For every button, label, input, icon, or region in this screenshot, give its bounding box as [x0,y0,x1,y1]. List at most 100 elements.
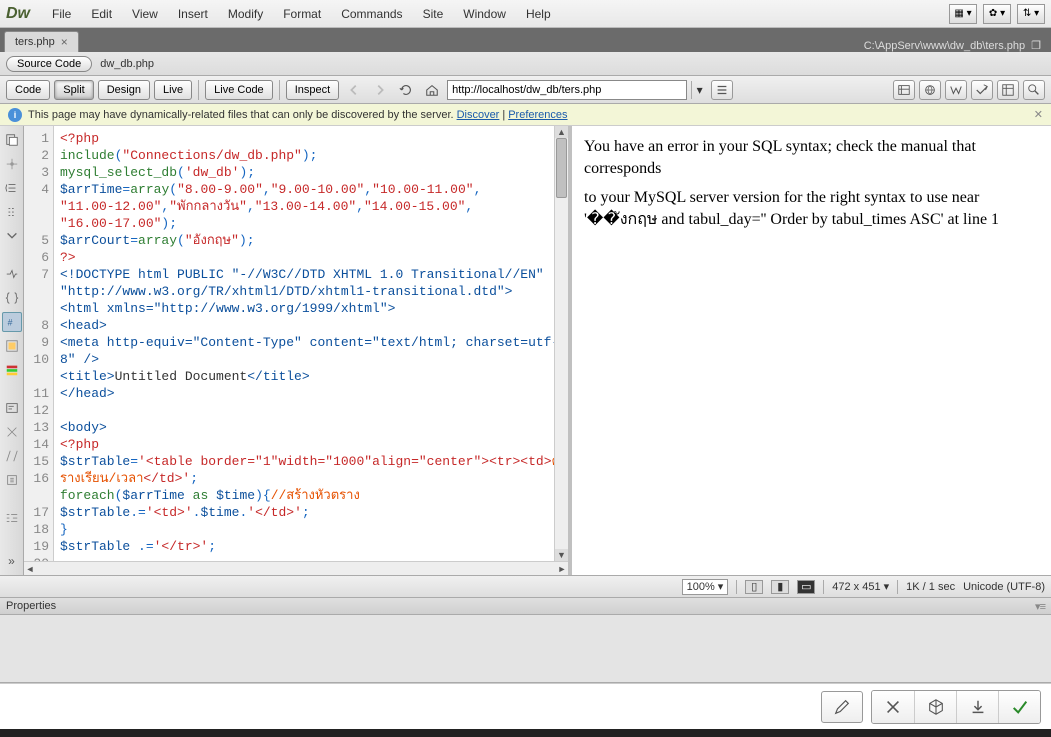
svg-text:#: # [7,318,12,328]
dynamic-files-infobar: i This page may have dynamically-related… [0,104,1051,126]
close-tab-icon[interactable]: × [61,35,68,49]
collapse-full-tag-icon[interactable] [2,178,22,198]
code-vertical-scrollbar[interactable]: ▲ ▼ [554,126,568,561]
preferences-link[interactable]: Preferences [508,109,567,121]
w3c-validate-icon[interactable] [945,80,967,100]
tab-filename: ters.php [15,36,55,48]
related-files-bar: Source Code dw_db.php [0,52,1051,76]
address-url: http://localhost/dw_db/ters.php [452,84,682,96]
document-tab[interactable]: ters.php × [4,31,79,52]
live-code-button[interactable]: Live Code [205,80,273,100]
split-view-button[interactable]: Split [54,80,93,100]
extend-dropdown[interactable]: ✿ ▾ [983,4,1011,24]
menu-file[interactable]: File [42,3,81,25]
nav-forward-icon[interactable] [369,80,391,100]
file-path-label: C:\AppServ\www\dw_db\ters.php [864,40,1025,52]
close-infobar-icon[interactable]: ✕ [1034,108,1043,121]
layout-dropdown[interactable]: ▦ ▾ [949,4,977,24]
menu-edit[interactable]: Edit [81,3,122,25]
confirm-button[interactable] [998,691,1040,723]
menu-site[interactable]: Site [413,3,454,25]
remove-comment-icon[interactable] [2,446,22,466]
list-options-icon[interactable] [711,80,733,100]
word-wrap-icon[interactable] [2,398,22,418]
tablet-size-icon[interactable]: ▮ [771,580,789,594]
source-code-button[interactable]: Source Code [6,56,92,72]
line-numbers-icon[interactable]: # [2,312,22,332]
encoding-label: Unicode (UTF-8) [963,581,1045,593]
properties-title: Properties [6,600,56,612]
panel-options-icon[interactable]: ▾≡ [1035,600,1045,613]
scroll-down-icon[interactable]: ▼ [555,549,568,561]
nav-back-icon[interactable] [343,80,365,100]
indent-icon[interactable] [2,508,22,528]
window-dimensions[interactable]: 472 x 451 ▾ [832,580,889,593]
collapse-selection-icon[interactable] [2,202,22,222]
scroll-left-icon[interactable]: ◄ [24,564,36,574]
menu-format[interactable]: Format [273,3,331,25]
syntax-coloring-icon[interactable] [2,360,22,380]
menu-insert[interactable]: Insert [168,3,218,25]
properties-panel [0,615,1051,683]
dreamweaver-logo: Dw [6,5,30,23]
live-preview-pane: You have an error in your SQL syntax; ch… [572,126,1051,575]
menu-view[interactable]: View [122,3,168,25]
bottom-action-bar [0,683,1051,729]
file-size-label: 1K / 1 sec [906,581,955,593]
check-page-icon[interactable] [971,80,993,100]
document-tabbar: ters.php × C:\AppServ\www\dw_db\ters.php… [0,28,1051,52]
menu-help[interactable]: Help [516,3,561,25]
code-view-button[interactable]: Code [6,80,50,100]
code-editor[interactable]: <?php include("Connections/dw_db.php"); … [54,126,568,561]
menu-modify[interactable]: Modify [218,3,273,25]
format-source-icon[interactable] [2,470,22,490]
highlight-invalid-icon[interactable] [2,336,22,356]
inspect-button[interactable]: Inspect [286,80,339,100]
related-file[interactable]: dw_db.php [100,58,154,70]
balance-braces-icon[interactable] [2,288,22,308]
code-pane: 1234567891011121314151617181920 <?php in… [24,126,572,575]
file-management-icon[interactable] [893,80,915,100]
cancel-button[interactable] [872,691,914,723]
sync-dropdown[interactable]: ⇅ ▾ [1017,4,1045,24]
expand-all-icon[interactable] [2,226,22,246]
download-button[interactable] [956,691,998,723]
scroll-right-icon[interactable]: ► [556,564,568,574]
document-toolbar: Code Split Design Live Live Code Inspect… [0,76,1051,104]
package-button[interactable] [914,691,956,723]
address-dropdown-icon[interactable]: ▾ [691,81,707,99]
phone-size-icon[interactable]: ▯ [745,580,763,594]
os-taskbar [0,729,1051,737]
restore-window-icon[interactable]: ❐ [1031,39,1041,52]
zoom-select[interactable]: 100% ▾ [682,579,729,595]
sql-error-line1: You have an error in your SQL syntax; ch… [584,136,1039,179]
refresh-icon[interactable] [395,80,417,100]
home-icon[interactable] [421,80,443,100]
visual-aids-icon[interactable] [997,80,1019,100]
open-documents-icon[interactable] [2,130,22,150]
code-horizontal-scrollbar[interactable]: ◄ ► [24,561,568,575]
scroll-thumb[interactable] [556,138,567,198]
info-icon: i [8,108,22,122]
discover-link[interactable]: Discover [457,109,500,121]
live-view-options-icon[interactable] [1023,80,1045,100]
status-bar: 100% ▾ ▯ ▮ ▭ 472 x 451 ▾ 1K / 1 sec Unic… [0,575,1051,597]
sql-error-line2: to your MySQL server version for the rig… [584,187,1039,230]
line-number-gutter: 1234567891011121314151617181920 [24,126,54,561]
more-chevron-icon[interactable]: » [2,551,22,571]
scroll-up-icon[interactable]: ▲ [555,126,568,138]
edit-button[interactable] [821,691,863,723]
live-view-button[interactable]: Live [154,80,192,100]
code-toolbar: # » [0,126,24,575]
address-bar[interactable]: http://localhost/dw_db/ters.php [447,80,687,100]
show-code-navigator-icon[interactable] [2,154,22,174]
preview-browser-icon[interactable] [919,80,941,100]
properties-panel-header[interactable]: Properties ▾≡ [0,597,1051,615]
infobar-text: This page may have dynamically-related f… [28,109,454,121]
menu-commands[interactable]: Commands [331,3,412,25]
apply-comment-icon[interactable] [2,422,22,442]
design-view-button[interactable]: Design [98,80,150,100]
select-parent-tag-icon[interactable] [2,264,22,284]
desktop-size-icon[interactable]: ▭ [797,580,815,594]
menu-window[interactable]: Window [453,3,516,25]
